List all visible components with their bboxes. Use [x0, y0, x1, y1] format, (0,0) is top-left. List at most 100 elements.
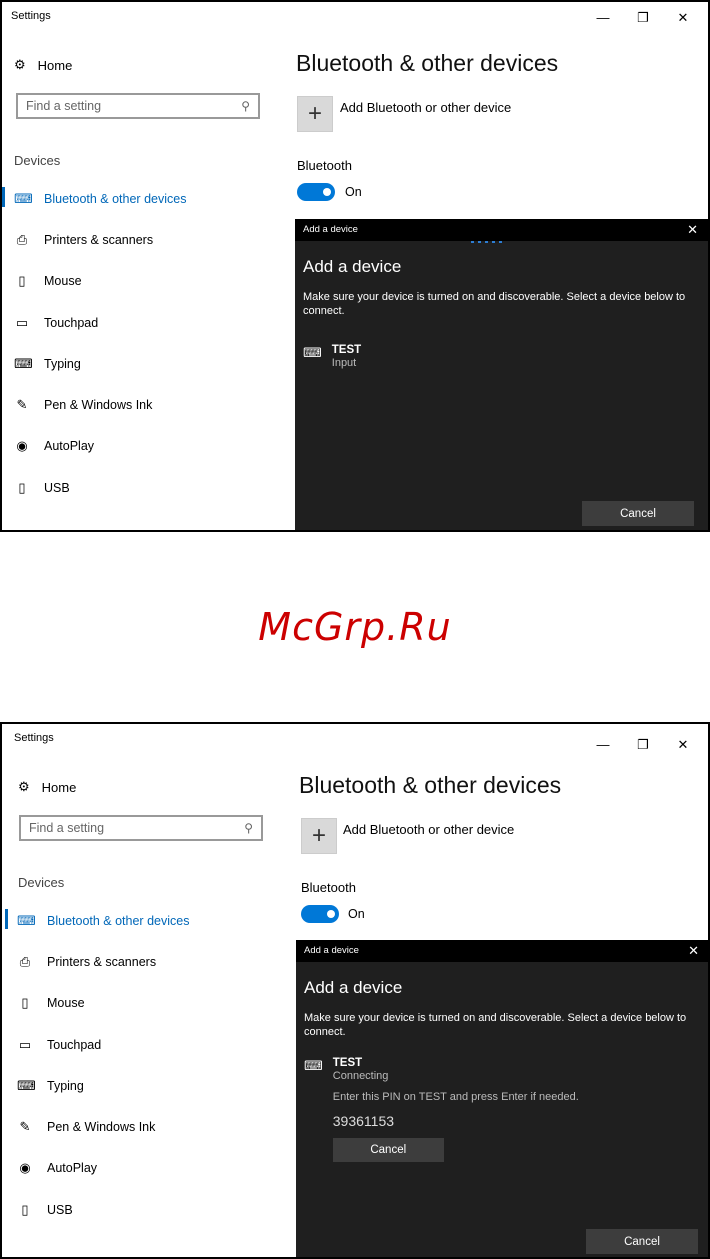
- bluetooth-devices-icon: ⌨: [14, 190, 33, 206]
- sidebar-item-label: Bluetooth & other devices: [44, 191, 187, 206]
- sidebar-item-printers[interactable]: ⎙ Printers & scanners: [5, 941, 189, 982]
- sidebar-item-label: Mouse: [47, 996, 85, 1011]
- add-device-label[interactable]: Add Bluetooth or other device: [340, 100, 511, 115]
- bluetooth-toggle[interactable]: [297, 183, 335, 201]
- sidebar-item-usb[interactable]: ▯ USB: [5, 1189, 189, 1230]
- printer-icon: ⎙: [16, 231, 28, 247]
- autoplay-icon: ◉: [19, 1160, 31, 1176]
- sidebar-nav: ⌨ Bluetooth & other devices ⎙ Printers &…: [2, 178, 186, 508]
- dialog-title: Add a device: [304, 945, 359, 956]
- sidebar-item-typing[interactable]: ⌨ Typing: [2, 343, 186, 384]
- toggle-state: On: [348, 907, 365, 921]
- group-label: Devices: [14, 153, 61, 168]
- close-icon[interactable]: ✕: [674, 10, 692, 26]
- home-link[interactable]: ⚙ Home: [14, 57, 72, 73]
- cancel-button[interactable]: Cancel: [586, 1229, 698, 1254]
- settings-window-2: Settings — ❐ ✕ ⚙ Home Find a setting ⚲ D…: [0, 722, 710, 1259]
- keyboard-icon: ⌨: [303, 345, 322, 360]
- sidebar-item-touchpad[interactable]: ▭ Touchpad: [5, 1024, 189, 1065]
- touchpad-icon: ▭: [15, 314, 29, 330]
- sidebar-item-autoplay[interactable]: ◉ AutoPlay: [2, 426, 186, 467]
- sidebar-item-usb[interactable]: ▯ USB: [2, 467, 186, 508]
- toggle-knob: [323, 188, 331, 196]
- maximize-icon[interactable]: ❐: [634, 10, 652, 26]
- sidebar-nav: ⌨ Bluetooth & other devices ⎙ Printers &…: [5, 900, 189, 1230]
- sidebar-item-pen[interactable]: ✎ Pen & Windows Ink: [2, 384, 186, 425]
- search-icon: ⚲: [241, 99, 250, 113]
- pen-icon: ✎: [19, 1119, 31, 1135]
- sidebar-item-pen[interactable]: ✎ Pen & Windows Ink: [5, 1106, 189, 1147]
- dialog-close-icon[interactable]: ✕: [687, 222, 698, 238]
- sidebar-item-printers[interactable]: ⎙ Printers & scanners: [2, 219, 186, 260]
- sidebar-item-touchpad[interactable]: ▭ Touchpad: [2, 302, 186, 343]
- group-label: Devices: [18, 875, 65, 890]
- bluetooth-label: Bluetooth: [297, 158, 352, 173]
- window-title: Settings: [14, 732, 54, 744]
- pin-instruction: Enter this PIN on TEST and press Enter i…: [332, 1091, 579, 1103]
- autoplay-icon: ◉: [16, 438, 28, 454]
- sidebar-item-label: USB: [44, 480, 70, 495]
- mouse-icon: ▯: [18, 273, 26, 289]
- keyboard-icon: ⌨: [17, 1077, 36, 1093]
- bluetooth-toggle[interactable]: [301, 905, 339, 923]
- add-device-dialog: Add a device ✕ Add a device Make sure yo…: [295, 219, 708, 530]
- sidebar-item-label: Typing: [44, 356, 81, 371]
- add-device-button[interactable]: +: [301, 818, 337, 854]
- pairing-cancel-button[interactable]: Cancel: [332, 1138, 444, 1162]
- sidebar-item-label: Bluetooth & other devices: [47, 913, 190, 928]
- sidebar-item-label: Touchpad: [47, 1037, 102, 1052]
- minimize-icon[interactable]: —: [594, 737, 612, 753]
- add-device-dialog: Add a device ✕ Add a device Make sure yo…: [296, 940, 708, 1257]
- window-controls: — ❐ ✕: [594, 10, 692, 26]
- search-placeholder: Find a setting: [29, 821, 105, 835]
- minimize-icon[interactable]: —: [594, 10, 612, 26]
- page-title: Bluetooth & other devices: [296, 50, 559, 76]
- device-list-item[interactable]: ⌨ TEST Input: [303, 344, 361, 369]
- home-label: Home: [41, 779, 77, 795]
- device-name: TEST: [331, 344, 362, 356]
- touchpad-icon: ▭: [18, 1036, 32, 1052]
- printer-icon: ⎙: [19, 953, 31, 969]
- gear-icon: ⚙: [14, 57, 26, 72]
- sidebar-item-mouse[interactable]: ▯ Mouse: [5, 983, 189, 1024]
- usb-icon: ▯: [21, 1201, 29, 1217]
- plus-icon: +: [311, 822, 326, 849]
- add-device-button[interactable]: +: [297, 96, 333, 132]
- close-icon[interactable]: ✕: [674, 737, 692, 753]
- dialog-text: Make sure your device is turned on and d…: [303, 291, 686, 317]
- device-list-item[interactable]: ⌨ TEST Connecting Enter this PIN on TEST…: [304, 1057, 579, 1162]
- sidebar-item-bluetooth[interactable]: ⌨ Bluetooth & other devices: [2, 178, 186, 219]
- page-title: Bluetooth & other devices: [299, 772, 562, 798]
- search-input[interactable]: Find a setting ⚲: [19, 815, 263, 841]
- home-label: Home: [37, 57, 73, 73]
- device-status: Connecting: [332, 1070, 389, 1082]
- device-name: TEST: [332, 1057, 363, 1069]
- mouse-icon: ▯: [21, 995, 29, 1011]
- sidebar-item-mouse[interactable]: ▯ Mouse: [2, 261, 186, 302]
- dialog-close-icon[interactable]: ✕: [688, 943, 699, 959]
- sidebar-item-label: Pen & Windows Ink: [47, 1120, 156, 1135]
- settings-window-1: Settings — ❐ ✕ ⚙ Home Find a setting ⚲ D…: [0, 0, 710, 532]
- toggle-knob: [327, 910, 335, 918]
- sidebar-item-typing[interactable]: ⌨ Typing: [5, 1065, 189, 1106]
- dialog-text: Make sure your device is turned on and d…: [304, 1012, 687, 1038]
- pen-icon: ✎: [16, 397, 28, 413]
- keyboard-icon: ⌨: [304, 1058, 323, 1073]
- plus-icon: +: [307, 100, 322, 127]
- sidebar-item-label: Printers & scanners: [47, 954, 157, 969]
- sidebar-item-label: USB: [47, 1202, 73, 1217]
- window-controls: — ❐ ✕: [594, 737, 692, 753]
- sidebar-item-label: Touchpad: [44, 315, 99, 330]
- bluetooth-devices-icon: ⌨: [17, 912, 36, 928]
- sidebar-item-label: Typing: [47, 1078, 84, 1093]
- search-placeholder: Find a setting: [26, 99, 102, 113]
- add-device-label[interactable]: Add Bluetooth or other device: [343, 822, 514, 837]
- search-input[interactable]: Find a setting ⚲: [16, 93, 260, 119]
- sidebar-item-bluetooth[interactable]: ⌨ Bluetooth & other devices: [5, 900, 189, 941]
- window-title: Settings: [11, 10, 51, 22]
- home-link[interactable]: ⚙ Home: [18, 779, 76, 795]
- maximize-icon[interactable]: ❐: [634, 737, 652, 753]
- cancel-button[interactable]: Cancel: [582, 501, 694, 526]
- sidebar-item-autoplay[interactable]: ◉ AutoPlay: [5, 1148, 189, 1189]
- bluetooth-label: Bluetooth: [301, 880, 356, 895]
